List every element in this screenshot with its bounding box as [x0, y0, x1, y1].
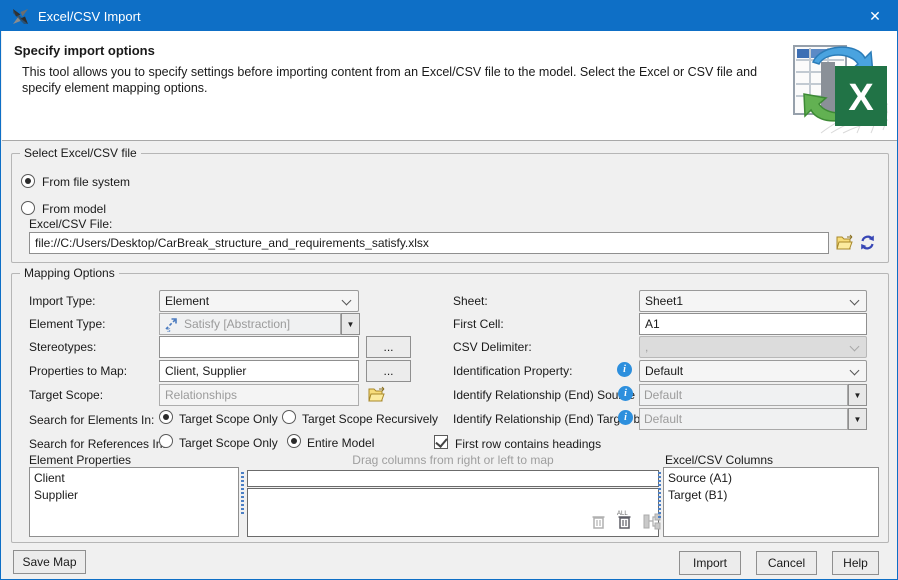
source-by-info-icon[interactable]: i [618, 386, 633, 401]
dropdown-arrow-icon: ▼ [853, 390, 862, 400]
identification-property-label: Identification Property: [453, 364, 573, 378]
search-references-entire-model-label[interactable]: Entire Model [307, 436, 374, 450]
stereotypes-browse-button[interactable]: ... [366, 336, 411, 358]
left-drag-handle-icon[interactable] [241, 472, 244, 514]
mapping-drop-row-1[interactable] [247, 470, 659, 487]
target-by-field: Default [639, 408, 848, 430]
dropdown-arrow-icon: ▼ [346, 319, 355, 329]
open-folder-icon[interactable] [835, 234, 855, 251]
search-elements-recursively-label[interactable]: Target Scope Recursively [302, 412, 438, 426]
source-by-dropdown-button[interactable]: ▼ [848, 384, 867, 406]
sheet-dropdown[interactable]: Sheet1 [639, 290, 867, 312]
properties-browse-button[interactable]: ... [366, 360, 411, 382]
excel-columns-list[interactable]: Source (A1) Target (B1) [663, 467, 879, 537]
csv-delimiter-dropdown: , [639, 336, 867, 358]
save-map-button[interactable]: Save Map [13, 550, 86, 574]
delete-mapping-icon [592, 516, 605, 529]
chevron-down-icon [341, 295, 352, 306]
target-scope-input[interactable]: Relationships [159, 384, 359, 406]
import-type-label: Import Type: [29, 294, 96, 308]
first-row-headings-checkbox[interactable] [434, 435, 448, 449]
excel-import-icon: X [793, 45, 889, 134]
list-item[interactable]: Source (A1) [664, 470, 878, 487]
target-by-dropdown-button[interactable]: ▼ [848, 408, 867, 430]
dropdown-arrow-icon: ▼ [853, 414, 862, 424]
first-row-headings-label[interactable]: First row contains headings [455, 437, 601, 451]
app-logo-icon [13, 8, 28, 24]
stereotypes-input[interactable] [159, 336, 359, 358]
svg-text:X: X [848, 77, 874, 119]
properties-to-map-input[interactable]: Client, Supplier [159, 360, 359, 382]
stereotypes-label: Stereotypes: [29, 340, 97, 354]
target-by-info-icon[interactable]: i [618, 410, 633, 425]
header-title: Specify import options [14, 43, 155, 58]
search-elements-scope-only-label[interactable]: Target Scope Only [179, 412, 278, 426]
satisfy-relation-icon: s [165, 318, 177, 332]
window-title: Excel/CSV Import [38, 8, 141, 24]
source-by-field: Default [639, 384, 848, 406]
delete-all-mappings-icon: ALL [617, 511, 631, 529]
mapping-options-legend: Mapping Options [20, 266, 119, 280]
chevron-down-icon [849, 365, 860, 376]
dialog-header: Specify import options This tool allows … [2, 31, 897, 141]
identification-info-icon[interactable]: i [617, 362, 632, 377]
file-path-input[interactable]: file://C:/Users/Desktop/CarBreak_structu… [29, 232, 829, 254]
title-bar: Excel/CSV Import ✕ [1, 1, 897, 31]
refresh-icon[interactable] [859, 234, 876, 251]
close-icon[interactable]: ✕ [853, 1, 897, 31]
import-button[interactable]: Import [679, 551, 741, 575]
element-type-dropdown-button[interactable]: ▼ [341, 313, 360, 335]
search-elements-label: Search for Elements In: [29, 413, 155, 427]
list-item[interactable]: Target (B1) [664, 487, 878, 504]
element-properties-label: Element Properties [29, 453, 132, 467]
select-file-legend: Select Excel/CSV file [20, 146, 141, 160]
search-references-scope-only-radio[interactable] [159, 434, 173, 448]
first-cell-input[interactable]: A1 [639, 313, 867, 335]
from-model-radio[interactable] [21, 201, 35, 215]
excel-csv-import-dialog: Excel/CSV Import ✕ Specify import option… [0, 0, 898, 580]
first-cell-label: First Cell: [453, 317, 504, 331]
svg-text:ALL: ALL [617, 511, 628, 517]
from-model-label[interactable]: From model [42, 202, 106, 216]
sheet-label: Sheet: [453, 294, 488, 308]
import-type-dropdown[interactable]: Element [159, 290, 359, 312]
element-properties-list[interactable]: Client Supplier [29, 467, 239, 537]
file-path-label: Excel/CSV File: [29, 217, 113, 231]
from-file-system-label[interactable]: From file system [42, 175, 130, 189]
search-references-scope-only-label[interactable]: Target Scope Only [179, 436, 278, 450]
list-item[interactable]: Supplier [30, 487, 238, 504]
csv-delimiter-label: CSV Delimiter: [453, 340, 532, 354]
target-scope-folder-icon[interactable] [367, 386, 387, 403]
identification-property-dropdown[interactable]: Default [639, 360, 867, 382]
search-elements-scope-only-radio[interactable] [159, 410, 173, 424]
target-scope-label: Target Scope: [29, 388, 104, 402]
from-file-system-radio[interactable] [21, 174, 35, 188]
chevron-down-icon [849, 341, 860, 352]
right-drag-handle-icon[interactable] [658, 472, 661, 518]
list-item[interactable]: Client [30, 470, 238, 487]
excel-columns-label: Excel/CSV Columns [665, 453, 774, 467]
header-description: This tool allows you to specify settings… [22, 65, 758, 95]
search-references-label: Search for References In: [29, 437, 166, 451]
search-elements-recursively-radio[interactable] [282, 410, 296, 424]
search-references-entire-model-radio[interactable] [287, 434, 301, 448]
cancel-button[interactable]: Cancel [756, 551, 817, 575]
drag-hint: Drag columns from right or left to map [352, 453, 554, 467]
svg-text:s: s [167, 327, 171, 332]
element-type-label: Element Type: [29, 317, 106, 331]
properties-to-map-label: Properties to Map: [29, 364, 128, 378]
chevron-down-icon [849, 295, 860, 306]
help-button[interactable]: Help [832, 551, 879, 575]
element-type-field[interactable]: s Satisfy [Abstraction] [159, 313, 341, 335]
